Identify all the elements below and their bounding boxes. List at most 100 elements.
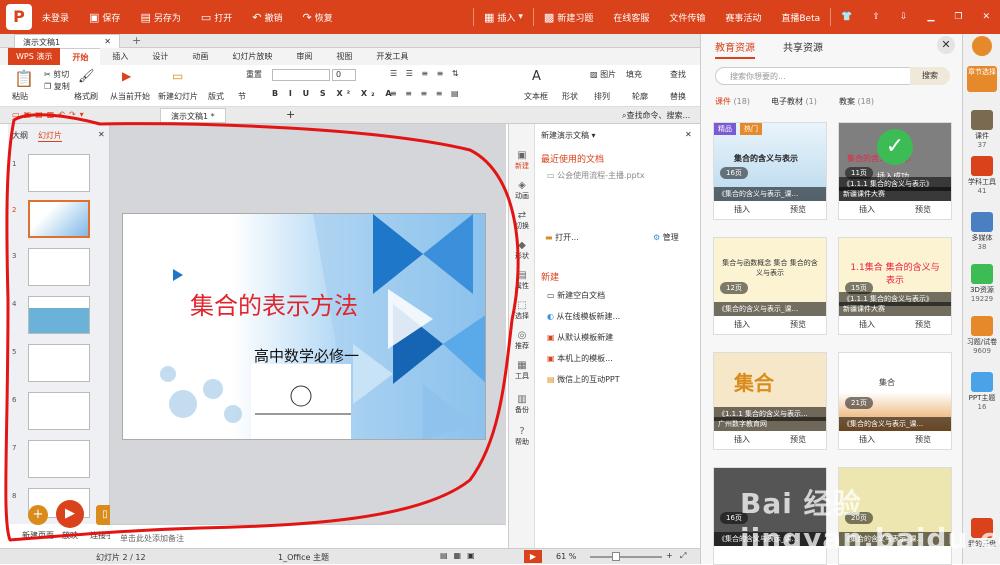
font-style-buttons[interactable]: B I U S X² X₂ A: [272, 89, 396, 98]
new-from-online-template[interactable]: ◐ 从在线模板新建...: [547, 311, 620, 322]
sidebar-item-ppt-themes[interactable]: PPT主题 16: [963, 372, 1000, 411]
paragraph-buttons[interactable]: ☰ ☰ ≡ ≡ ⇅: [390, 69, 462, 78]
resource-card[interactable]: 集合 《1.1.1 集合的含义与表示... 广州数字教育网 插入 预览: [713, 352, 827, 450]
upload-icon[interactable]: ⇪: [862, 0, 890, 34]
preview-button[interactable]: 预览: [895, 201, 951, 219]
tab-home[interactable]: 开始: [60, 47, 101, 66]
tab-edu-resources[interactable]: 教育资源: [715, 39, 755, 59]
cut-button[interactable]: ✂ 剪切: [44, 69, 69, 80]
preview-button[interactable]: 预览: [770, 431, 826, 449]
new-page-button[interactable]: 新建页面: [22, 530, 54, 541]
new-slide-button[interactable]: 新建幻灯片: [158, 91, 198, 102]
quick-access-icons[interactable]: ▭▣▤▩↶↷▾: [12, 110, 88, 119]
insert-button[interactable]: 插入: [839, 431, 895, 449]
insert-button[interactable]: 插入: [839, 201, 895, 219]
new-exercise-button[interactable]: ▩ 新建习题: [534, 0, 603, 34]
vtool-recommend[interactable]: ◎ 推荐: [511, 330, 533, 351]
local-template[interactable]: ▣ 本机上的模板...: [547, 353, 613, 364]
edu-search-button[interactable]: 搜索: [910, 67, 950, 85]
online-service-link[interactable]: 在线客服: [603, 0, 659, 34]
paste-button[interactable]: 粘贴: [12, 91, 28, 102]
find-button[interactable]: 查找: [670, 69, 686, 80]
sidebar-item-subject-tools[interactable]: 学科工具 41: [963, 156, 1000, 195]
redo-button[interactable]: ↷ 恢复: [293, 0, 343, 34]
save-button[interactable]: ▣ 保存: [79, 0, 130, 34]
fit-window-icon[interactable]: ⤢: [680, 551, 686, 561]
filter-lesson-plan[interactable]: 教案 (18): [839, 96, 874, 107]
current-slide[interactable]: [122, 213, 486, 440]
close-edu-pane-icon[interactable]: ✕: [937, 36, 955, 54]
chapter-select-button[interactable]: 章节选择: [963, 66, 1000, 93]
tab-animation[interactable]: 动画: [180, 48, 220, 65]
insert-button[interactable]: 插入: [839, 316, 895, 334]
document-tab[interactable]: 演示文稿1 ✕: [14, 34, 120, 48]
insert-button[interactable]: 插入: [714, 431, 770, 449]
live-link[interactable]: 直播Beta: [771, 0, 830, 34]
preview-button[interactable]: 预览: [895, 316, 951, 334]
fill-button[interactable]: 填充: [626, 69, 642, 80]
download-icon[interactable]: ⇩: [890, 0, 918, 34]
insert-menu-button[interactable]: ▦ 插入 ▾: [474, 0, 533, 34]
vtool-select[interactable]: ⬚ 选择: [511, 300, 533, 321]
tab-view[interactable]: 视图: [324, 48, 364, 65]
zoom-slider[interactable]: [590, 556, 662, 558]
open-button[interactable]: ▭ 打开: [191, 0, 242, 34]
vtool-help[interactable]: ? 帮助: [511, 426, 533, 447]
play-button[interactable]: 放映: [62, 530, 78, 541]
vtool-shape[interactable]: ◆ 形状: [511, 240, 533, 261]
textbox-button[interactable]: 文本框: [524, 91, 548, 102]
vtool-new[interactable]: ▣ 新建: [511, 150, 533, 171]
manage-button[interactable]: ⚙ 管理: [653, 232, 679, 243]
edu-search-box[interactable]: 搜索你想要的... 搜索: [715, 67, 950, 85]
shirt-icon[interactable]: 👕: [831, 0, 862, 34]
tab-slideshow[interactable]: 幻灯片放映: [220, 48, 284, 65]
tab-developer[interactable]: 开发工具: [364, 48, 420, 65]
tab-outline[interactable]: 大纲: [12, 130, 28, 141]
tab-review[interactable]: 审阅: [284, 48, 324, 65]
slide-thumbnail-6[interactable]: [28, 392, 90, 430]
new-blank-doc[interactable]: ▭ 新建空白文档: [547, 290, 605, 301]
edu-search-input[interactable]: 搜索你想要的...: [730, 71, 786, 82]
sidebar-item-exercises[interactable]: 习题/试卷 9609: [963, 316, 1000, 355]
resource-card[interactable]: 集合 21页 《集合的含义与表示_课... 插入 预览: [838, 352, 952, 450]
close-pane-icon[interactable]: ✕: [685, 130, 692, 139]
tab-design[interactable]: 设计: [140, 48, 180, 65]
zoom-in-icon[interactable]: +: [666, 551, 673, 560]
slide-thumbnail-3[interactable]: [28, 248, 90, 286]
sidebar-item-courseware[interactable]: 课件 37: [963, 110, 1000, 149]
slide-title[interactable]: 集合的表示方法: [190, 286, 358, 321]
font-name-select[interactable]: [272, 69, 330, 81]
arrange-button[interactable]: 排列: [594, 91, 610, 102]
add-tab-icon[interactable]: +: [132, 34, 141, 47]
close-tab-icon[interactable]: ✕: [104, 37, 111, 46]
add-inner-tab-icon[interactable]: +: [286, 108, 295, 121]
resource-card[interactable]: 集合与函数概念 集合 集合的含义与表示 12页 《集合的含义与表示_课... 插…: [713, 237, 827, 335]
close-panel-icon[interactable]: ✕: [98, 130, 105, 139]
wechat-interactive-ppt[interactable]: ▤ 微信上的互动PPT: [547, 374, 620, 385]
filter-courseware[interactable]: 课件 (18): [715, 96, 750, 107]
undo-button[interactable]: ↶ 撤销: [242, 0, 292, 34]
from-current-button[interactable]: 从当前开始: [110, 91, 150, 102]
slide-thumbnail-5[interactable]: [28, 344, 90, 382]
sidebar-avatar[interactable]: [963, 36, 1000, 57]
outline-button[interactable]: 轮廓: [632, 91, 648, 102]
slide-subtitle[interactable]: 高中数学必修一: [254, 345, 359, 366]
close-icon[interactable]: ✕: [972, 0, 1000, 34]
tab-slides[interactable]: 幻灯片: [38, 130, 62, 142]
save-as-button[interactable]: ▤ 另存为: [130, 0, 190, 34]
section-button[interactable]: 节: [238, 91, 246, 102]
insert-button[interactable]: 插入: [714, 201, 770, 219]
insert-button[interactable]: 插入: [714, 316, 770, 334]
new-pane-header[interactable]: 新建演示文稿 ▾: [541, 130, 596, 141]
slide-thumbnail-7[interactable]: [28, 440, 90, 478]
layout-button[interactable]: 版式: [208, 91, 224, 102]
notes-area[interactable]: 单击此处添加备注: [110, 524, 506, 548]
inner-doc-tab[interactable]: 演示文稿1 *: [160, 108, 226, 123]
vtool-tools[interactable]: ▦ 工具: [511, 360, 533, 381]
picture-button[interactable]: ▨ 图片: [590, 69, 616, 80]
wps-menu-button[interactable]: WPS 演示: [8, 48, 61, 65]
slideshow-button[interactable]: ▶: [524, 550, 542, 563]
login-button[interactable]: 未登录: [32, 0, 79, 34]
restore-icon[interactable]: ❐: [944, 0, 972, 34]
vtool-transition[interactable]: ⇄ 切换: [511, 210, 533, 231]
